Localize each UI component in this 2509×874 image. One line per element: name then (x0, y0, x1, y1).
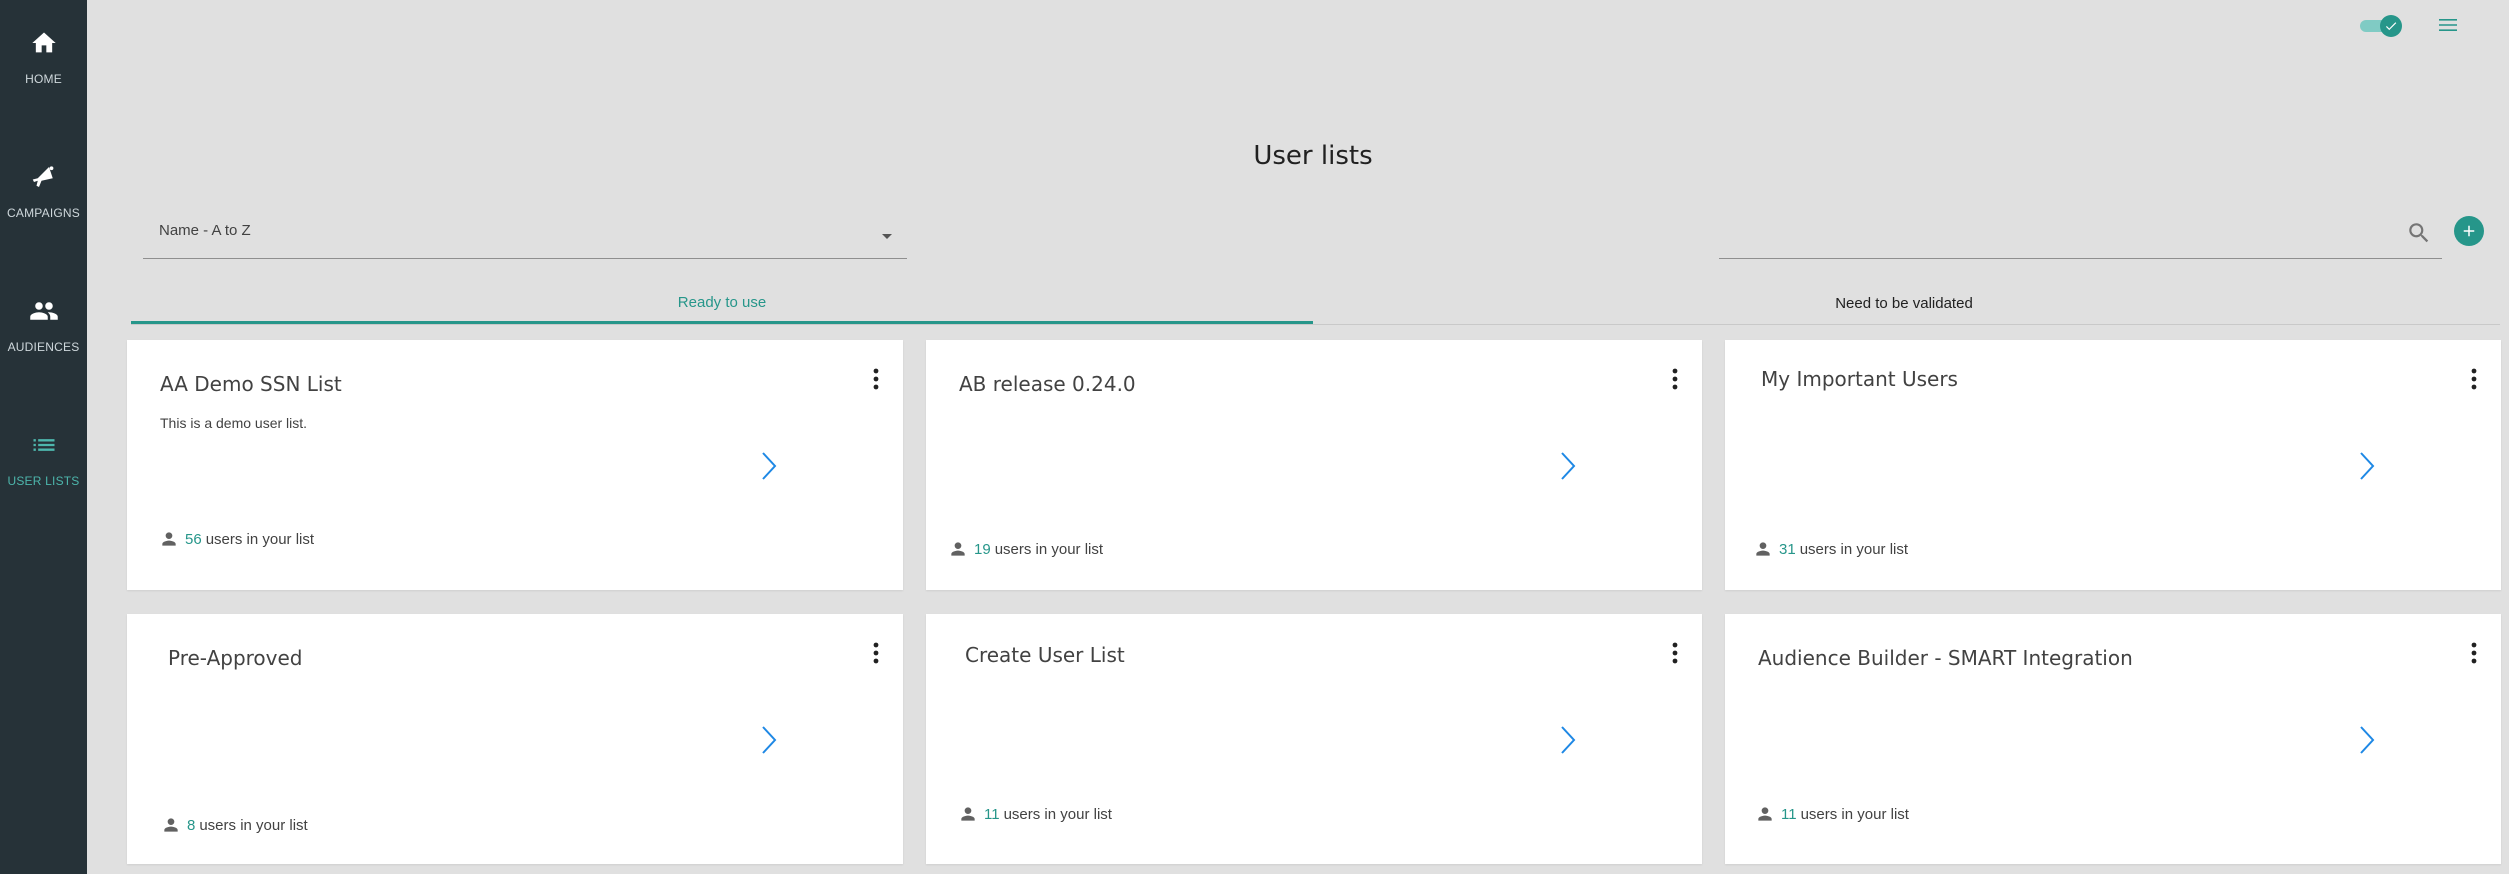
tab-need-to-be-validated[interactable]: Need to be validated (1313, 284, 2495, 322)
more-vert-icon[interactable] (1670, 366, 1680, 392)
user-count-label: users in your list (205, 530, 315, 548)
person-icon (948, 539, 968, 559)
plus-icon (2463, 225, 2475, 237)
list-icon (29, 430, 59, 460)
sidebar-item-campaigns[interactable]: CAMPAIGNS (0, 134, 87, 244)
person-icon (161, 815, 181, 835)
more-vert-icon[interactable] (1670, 640, 1680, 666)
card-title: My Important Users (1761, 367, 1958, 391)
sidebar-item-audiences[interactable]: AUDIENCES (0, 268, 87, 378)
caret-down-icon (881, 228, 893, 246)
sort-select[interactable]: Name - A to Z (143, 212, 907, 259)
person-icon (958, 804, 978, 824)
user-list-card[interactable]: AA Demo SSN List This is a demo user lis… (127, 340, 903, 590)
theme-toggle[interactable] (2360, 14, 2402, 37)
card-title: Audience Builder - SMART Integration (1758, 646, 2133, 670)
sidebar-item-label: AUDIENCES (7, 340, 80, 354)
chevron-right-icon[interactable] (1558, 450, 1578, 487)
tab-ready-to-use[interactable]: Ready to use (131, 284, 1313, 324)
more-vert-icon[interactable] (2469, 640, 2479, 666)
sidebar: HOME CAMPAIGNS AUDIENCES USER LISTS (0, 0, 87, 874)
sidebar-item-label: CAMPAIGNS (7, 206, 80, 220)
user-count: 19 users in your list (948, 539, 1103, 559)
card-title: AB release 0.24.0 (959, 372, 1136, 396)
sidebar-item-home[interactable]: HOME (0, 0, 87, 110)
user-count-value: 11 (984, 805, 1000, 823)
user-count-label: users in your list (1800, 805, 1909, 823)
person-icon (1755, 804, 1775, 824)
hamburger-menu-icon[interactable] (2433, 10, 2463, 40)
more-vert-icon[interactable] (871, 366, 881, 392)
user-count-value: 31 (1779, 540, 1796, 558)
more-vert-icon[interactable] (871, 640, 881, 666)
app-root: HOME CAMPAIGNS AUDIENCES USER LISTS User… (0, 0, 2509, 874)
user-count: 11 users in your list (1755, 804, 1909, 824)
user-count-label: users in your list (1799, 540, 1909, 558)
people-icon (29, 296, 59, 326)
check-icon (2380, 15, 2402, 37)
card-description: This is a demo user list. (160, 415, 308, 431)
search-icon[interactable] (2406, 220, 2432, 251)
megaphone-icon (29, 162, 59, 192)
user-count: 11 users in your list (958, 804, 1112, 824)
chevron-right-icon[interactable] (759, 450, 779, 487)
user-list-card[interactable]: AB release 0.24.0 19 users in your list (926, 340, 1702, 590)
user-list-card[interactable]: My Important Users 31 users in your list (1725, 340, 2501, 590)
user-count-label: users in your list (994, 540, 1104, 558)
home-icon (29, 28, 59, 58)
chevron-right-icon[interactable] (2357, 450, 2377, 487)
sidebar-item-user-lists[interactable]: USER LISTS (0, 402, 87, 512)
user-count: 56 users in your list (159, 529, 314, 549)
user-count-label: users in your list (1003, 805, 1112, 823)
page-title: User lists (1253, 141, 1373, 172)
sidebar-item-label: HOME (25, 72, 62, 86)
user-count: 8 users in your list (161, 815, 308, 835)
search-input[interactable] (1729, 220, 2373, 250)
sort-select-value: Name - A to Z (159, 222, 251, 239)
tabs: Ready to use Need to be validated (131, 284, 2500, 325)
user-list-card[interactable]: Create User List 11 users in your list (926, 614, 1702, 864)
user-count: 31 users in your list (1753, 539, 1908, 559)
chevron-right-icon[interactable] (759, 724, 779, 761)
card-title: Create User List (965, 643, 1125, 667)
more-vert-icon[interactable] (2469, 366, 2479, 392)
card-title: AA Demo SSN List (160, 372, 342, 396)
person-icon (159, 529, 179, 549)
chevron-right-icon[interactable] (1558, 724, 1578, 761)
user-count-label: users in your list (199, 816, 308, 834)
user-count-value: 8 (187, 816, 196, 834)
user-list-card[interactable]: Audience Builder - SMART Integration 11 … (1725, 614, 2501, 864)
user-list-card[interactable]: Pre-Approved 8 users in your list (127, 614, 903, 864)
chevron-right-icon[interactable] (2357, 724, 2377, 761)
user-count-value: 56 (185, 530, 202, 548)
search-field (1719, 212, 2442, 259)
card-title: Pre-Approved (168, 646, 303, 670)
add-user-list-button[interactable] (2454, 216, 2484, 246)
user-count-value: 11 (1781, 805, 1797, 823)
user-count-value: 19 (974, 540, 991, 558)
person-icon (1753, 539, 1773, 559)
sidebar-item-label: USER LISTS (7, 474, 80, 488)
